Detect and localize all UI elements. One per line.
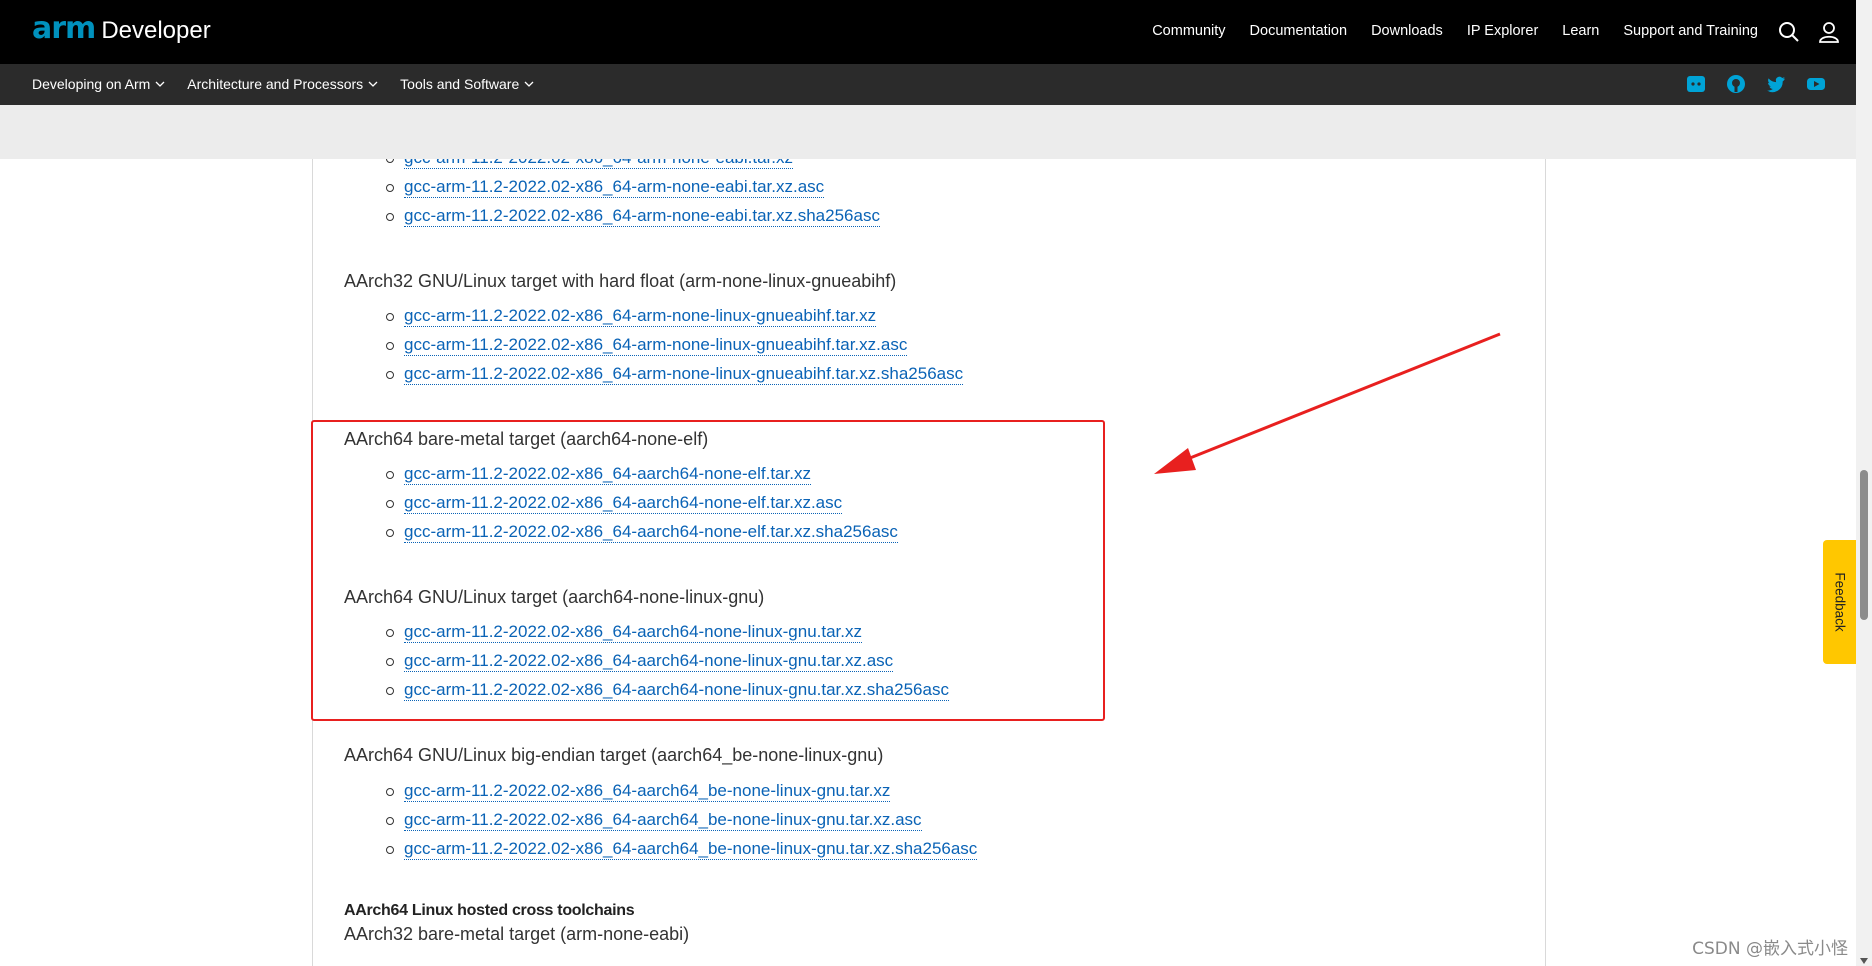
subnav-label: Developing on Arm bbox=[32, 76, 151, 92]
subnav-tools-and-software[interactable]: Tools and Software bbox=[400, 76, 534, 92]
scroll-down-arrow-icon[interactable] bbox=[1860, 958, 1868, 964]
download-link[interactable]: gcc-arm-11.2-2022.02-x86_64-aarch64_be-n… bbox=[404, 781, 891, 802]
chevron-down-icon bbox=[155, 81, 165, 87]
nav-learn[interactable]: Learn bbox=[1562, 23, 1599, 39]
top-navigation-bar: arm Developer Community Documentation Do… bbox=[0, 0, 1856, 64]
page-banner-strip bbox=[0, 105, 1856, 159]
page-scrollbar[interactable] bbox=[1856, 0, 1872, 966]
section-heading: AArch32 GNU/Linux target with hard float… bbox=[344, 271, 897, 291]
list-bullet bbox=[386, 342, 394, 350]
list-bullet bbox=[386, 846, 394, 854]
nav-downloads[interactable]: Downloads bbox=[1371, 23, 1443, 39]
list-bullet bbox=[386, 313, 394, 321]
download-link[interactable]: gcc-arm-11.2-2022.02-x86_64-arm-none-lin… bbox=[404, 364, 964, 385]
csdn-watermark: CSDN @嵌入式小怪 bbox=[1692, 939, 1848, 959]
download-link[interactable]: gcc-arm-11.2-2022.02-x86_64-arm-none-lin… bbox=[404, 306, 877, 327]
discord-icon[interactable] bbox=[1686, 74, 1706, 94]
subnav-architecture-and-processors[interactable]: Architecture and Processors bbox=[187, 76, 378, 92]
subnav-menu: Developing on Arm Architecture and Proce… bbox=[32, 76, 534, 92]
logo-developer-text: Developer bbox=[101, 17, 211, 44]
annotation-arrow bbox=[1154, 332, 1501, 474]
nav-support-and-training[interactable]: Support and Training bbox=[1623, 23, 1758, 39]
download-link[interactable]: gcc-arm-11.2-2022.02-x86_64-arm-none-eab… bbox=[404, 206, 880, 227]
download-link[interactable]: gcc-arm-11.2-2022.02-x86_64-aarch64_be-n… bbox=[404, 839, 978, 860]
arm-developer-logo[interactable]: arm Developer bbox=[32, 14, 211, 46]
list-bullet bbox=[386, 184, 394, 192]
github-icon[interactable] bbox=[1726, 74, 1746, 94]
download-link[interactable]: gcc-arm-11.2-2022.02-x86_64-arm-none-lin… bbox=[404, 335, 908, 356]
secondary-navigation-bar: Developing on Arm Architecture and Proce… bbox=[0, 64, 1856, 105]
list-bullet bbox=[386, 788, 394, 796]
nav-documentation[interactable]: Documentation bbox=[1250, 23, 1348, 39]
section-heading: AArch32 bare-metal target (arm-none-eabi… bbox=[344, 924, 690, 944]
article-border-right bbox=[1545, 159, 1546, 966]
social-links bbox=[1686, 74, 1826, 94]
nav-community[interactable]: Community bbox=[1152, 23, 1225, 39]
feedback-tab[interactable]: Feedback bbox=[1823, 540, 1856, 664]
list-bullet bbox=[386, 213, 394, 221]
logo-arm-text: arm bbox=[32, 11, 96, 46]
nav-ip-explorer[interactable]: IP Explorer bbox=[1467, 23, 1538, 39]
download-link[interactable]: gcc-arm-11.2-2022.02-x86_64-arm-none-eab… bbox=[404, 177, 825, 198]
top-nav-menu: Community Documentation Downloads IP Exp… bbox=[1152, 23, 1758, 39]
subnav-developing-on-arm[interactable]: Developing on Arm bbox=[32, 76, 165, 92]
scrollbar-thumb[interactable] bbox=[1860, 470, 1868, 620]
section-heading: AArch64 GNU/Linux big-endian target (aar… bbox=[344, 745, 884, 765]
annotation-highlight-box bbox=[311, 420, 1105, 721]
list-bullet bbox=[386, 371, 394, 379]
subnav-label: Architecture and Processors bbox=[187, 76, 364, 92]
twitter-icon[interactable] bbox=[1766, 74, 1786, 94]
search-icon[interactable] bbox=[1778, 21, 1800, 43]
download-link[interactable]: gcc-arm-11.2-2022.02-x86_64-aarch64_be-n… bbox=[404, 810, 922, 831]
feedback-label: Feedback bbox=[1832, 572, 1847, 632]
list-bullet bbox=[386, 817, 394, 825]
chevron-down-icon bbox=[524, 81, 534, 87]
user-icon[interactable] bbox=[1818, 21, 1840, 43]
subsection-title: AArch64 Linux hosted cross toolchains bbox=[344, 902, 635, 919]
youtube-icon[interactable] bbox=[1806, 74, 1826, 94]
chevron-down-icon bbox=[368, 81, 378, 87]
subnav-label: Tools and Software bbox=[400, 76, 520, 92]
